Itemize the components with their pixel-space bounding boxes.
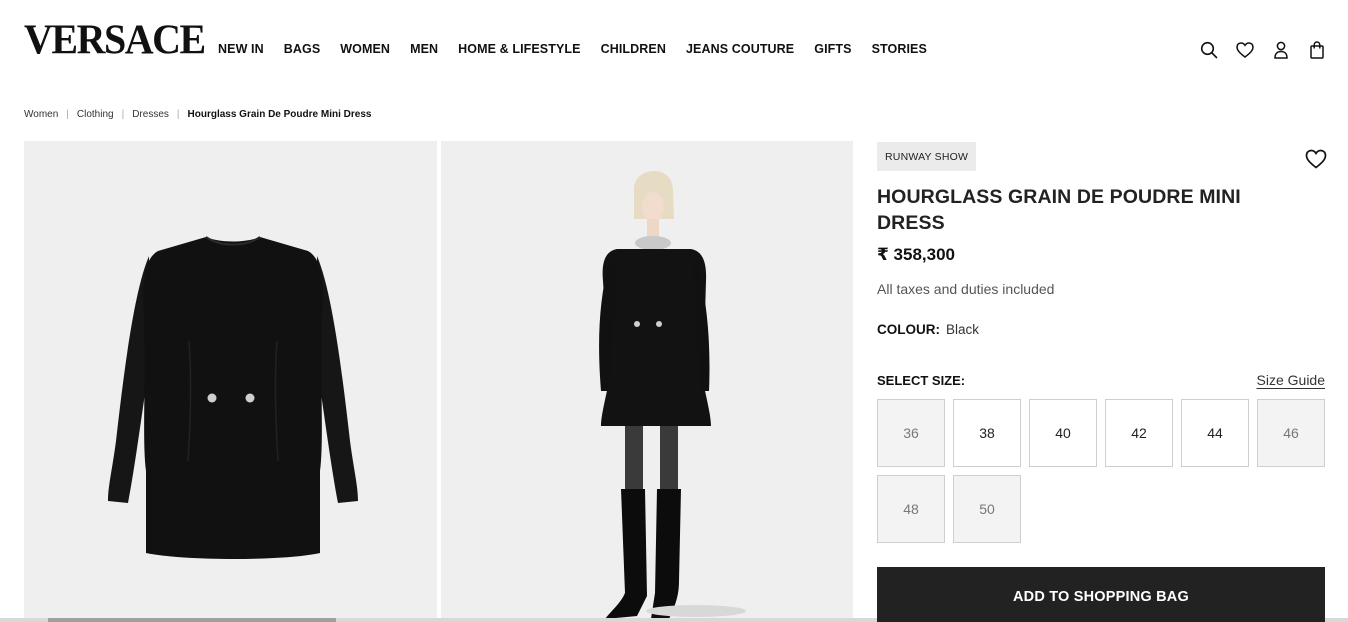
size-option-44[interactable]: 44 [1181,399,1249,467]
breadcrumb-separator: | [66,109,69,120]
breadcrumb-dresses[interactable]: Dresses [132,109,169,120]
nav-bags[interactable]: BAGS [284,42,321,56]
add-to-shopping-bag-button[interactable]: ADD TO SHOPPING BAG [877,567,1325,622]
site-header: VERSACE NEW IN BAGS WOMEN MEN HOME & LIF… [0,0,1348,90]
breadcrumb-clothing[interactable]: Clothing [77,109,114,120]
heart-icon[interactable] [1236,41,1254,59]
nav-gifts[interactable]: GIFTS [814,42,851,56]
versace-logo[interactable]: VERSACE [24,18,206,61]
tax-note: All taxes and duties included [877,281,1055,297]
colour-row: COLOUR: Black [877,322,979,337]
nav-new-in[interactable]: NEW IN [218,42,264,56]
colour-value: Black [946,322,980,337]
product-image-flat[interactable] [24,141,437,622]
nav-stories[interactable]: STORIES [872,42,927,56]
wishlist-heart-icon[interactable] [1305,149,1327,169]
size-option-36[interactable]: 36 [877,399,945,467]
product-price: ₹ 358,300 [877,245,956,264]
size-option-38[interactable]: 38 [953,399,1021,467]
breadcrumb-separator: | [121,109,125,120]
header-actions [1200,41,1326,59]
size-option-40[interactable]: 40 [1029,399,1097,467]
runway-show-badge: RUNWAY SHOW [877,142,977,171]
nav-jeans-couture[interactable]: JEANS COUTURE [686,42,794,56]
breadcrumb: Women | Clothing | Dresses | Hourglass G… [24,109,371,120]
breadcrumb-separator: | [176,109,180,120]
model-illustration [599,171,746,619]
nav-men[interactable]: MEN [410,42,438,56]
nav-home-lifestyle[interactable]: HOME & LIFESTYLE [458,42,580,56]
select-size-label: SELECT SIZE: [877,373,966,388]
nav-women[interactable]: WOMEN [340,42,390,56]
size-option-50[interactable]: 50 [953,475,1021,543]
size-option-48[interactable]: 48 [877,475,945,543]
size-guide-link[interactable]: Size Guide [1257,372,1325,388]
breadcrumb-women[interactable]: Women [24,109,58,120]
search-icon[interactable] [1200,41,1218,59]
gallery-scrollbar-thumb[interactable] [48,618,336,622]
size-option-46[interactable]: 46 [1257,399,1325,467]
shopping-bag-icon[interactable] [1308,41,1326,59]
product-title: HOURGLASS GRAIN DE POUDRE MINI DRESS [877,186,1241,234]
main-nav: NEW IN BAGS WOMEN MEN HOME & LIFESTYLE C… [218,42,927,56]
breadcrumb-current: Hourglass Grain De Poudre Mini Dress [187,109,372,120]
size-selector: 36 38 40 42 44 46 48 50 [877,399,1333,543]
dress-flat-illustration [108,236,358,559]
user-icon[interactable] [1272,41,1290,59]
colour-label: COLOUR: [877,322,940,337]
product-image-model[interactable] [441,141,853,622]
size-option-42[interactable]: 42 [1105,399,1173,467]
nav-children[interactable]: CHILDREN [601,42,666,56]
